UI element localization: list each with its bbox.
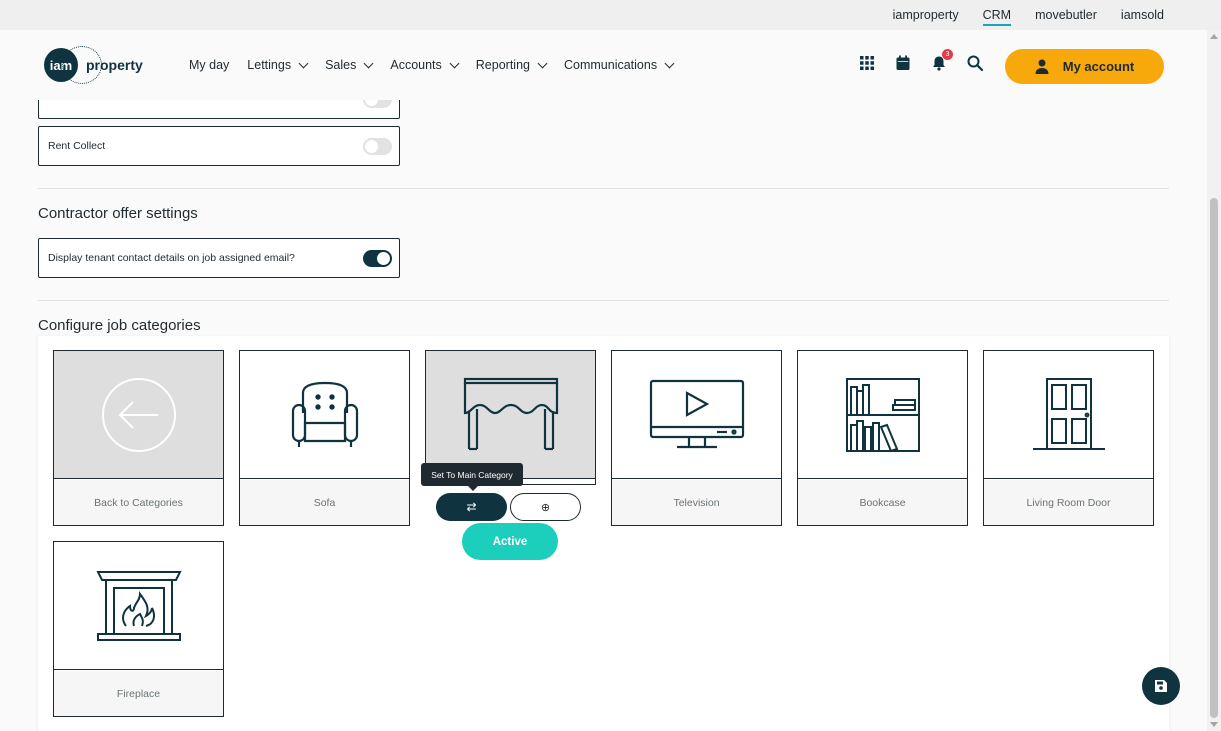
header-icons: 3 [858,49,984,72]
nav-label: My day [189,58,230,72]
product-link-crm[interactable]: CRM [982,8,1012,26]
plus-circle-icon: ⊕ [540,501,551,514]
toggle-row-partial [38,100,400,119]
save-icon [1155,680,1167,692]
curtain-pelmet-icon [463,377,558,450]
save-button[interactable] [1142,667,1180,705]
top-bar: iamproperty CRM movebutler iamsold [0,0,1221,30]
chevron-down-icon [298,58,309,68]
my-account-label: My account [1062,59,1135,74]
bookcase-icon [845,377,920,452]
grid-icon[interactable] [858,54,876,72]
card-label: Bookcase [798,480,967,525]
scroll-thumb[interactable] [1210,198,1218,718]
add-subcategory-button[interactable]: ⊕ [510,493,581,521]
user-icon [1035,59,1049,74]
rent-collect-label: Rent Collect [48,140,106,152]
divider [38,300,1169,301]
my-account-button[interactable]: My account [1005,49,1164,84]
card-label: Television [612,480,781,525]
display-tenant-toggle[interactable] [363,250,392,267]
door-icon [1032,377,1105,450]
display-tenant-label: Display tenant contact details on job as… [48,252,295,264]
settings-content: Rent Collect Contractor offer settings D… [0,100,1207,731]
category-card-bookcase[interactable]: Bookcase [797,350,968,526]
chevron-down-icon [363,58,374,68]
product-link-iamproperty[interactable]: iamproperty [893,8,959,22]
card-label: Back to Categories [54,480,223,525]
rent-collect-toggle[interactable] [363,138,392,155]
chevron-down-icon [664,58,675,68]
toggle-switch[interactable] [363,100,392,108]
television-icon [649,379,744,448]
divider [38,188,1169,189]
set-main-category-button[interactable]: ⇄ [436,493,507,521]
product-link-iamsold[interactable]: iamsold [1121,8,1164,22]
fireplace-icon [95,570,182,641]
scroll-up-arrow[interactable] [1210,34,1218,39]
nav-accounts[interactable]: Accounts [390,58,460,72]
category-card-living-room-door[interactable]: Living Room Door [983,350,1154,526]
rent-collect-row: Rent Collect [38,126,400,166]
nav-label: Communications [563,58,658,72]
card-label: Sofa [240,480,409,525]
nav-label: Lettings [247,58,292,72]
nav-label: Sales [325,58,357,72]
card-image [612,351,781,479]
armchair-icon [291,381,358,447]
nav-sales[interactable]: Sales [325,58,374,72]
card-image [984,351,1153,479]
page-scrollbar[interactable] [1207,30,1221,731]
main-header: iam property My day Lettings Sales Accou… [0,30,1207,100]
product-switcher: iamproperty CRM movebutler iamsold [893,0,1164,30]
nav-my-day[interactable]: My day [189,58,229,72]
display-tenant-row: Display tenant contact details on job as… [38,238,400,278]
search-icon[interactable] [966,54,984,72]
back-arrow-icon [101,377,176,452]
category-card-back[interactable]: Back to Categories [53,350,224,526]
card-label: Fireplace [54,671,223,716]
main-nav: My day Lettings Sales Accounts Reporting… [189,30,675,100]
bell-icon[interactable]: 3 [930,49,953,72]
card-label: Living Room Door [984,480,1153,525]
card-image [54,351,223,479]
category-card-sofa[interactable]: Sofa [239,350,410,526]
active-status-button[interactable]: Active [462,523,558,560]
category-card-fireplace[interactable]: Fireplace [53,541,224,717]
nav-label: Reporting [475,58,530,72]
chevron-down-icon [449,58,460,68]
product-link-movebutler[interactable]: movebutler [1035,8,1097,22]
notification-badge: 3 [942,49,953,60]
logo-word: property [86,57,143,73]
scroll-down-arrow[interactable] [1210,722,1218,727]
chevron-down-icon [537,58,548,68]
calendar-icon[interactable] [894,54,912,72]
set-main-category-tooltip: Set To Main Category [421,463,523,491]
card-image [240,351,409,479]
card-image [798,351,967,479]
nav-reporting[interactable]: Reporting [475,58,548,72]
job-categories-title: Configure job categories [38,317,201,334]
card-image [54,542,223,670]
swap-icon: ⇄ [466,500,477,514]
contractor-offer-title: Contractor offer settings [38,205,198,222]
nav-label: Accounts [390,58,442,72]
card-image [426,351,595,479]
nav-lettings[interactable]: Lettings [247,58,309,72]
category-card-television[interactable]: Television [611,350,782,526]
logo[interactable]: iam property [44,46,143,84]
nav-communications[interactable]: Communications [563,58,675,72]
